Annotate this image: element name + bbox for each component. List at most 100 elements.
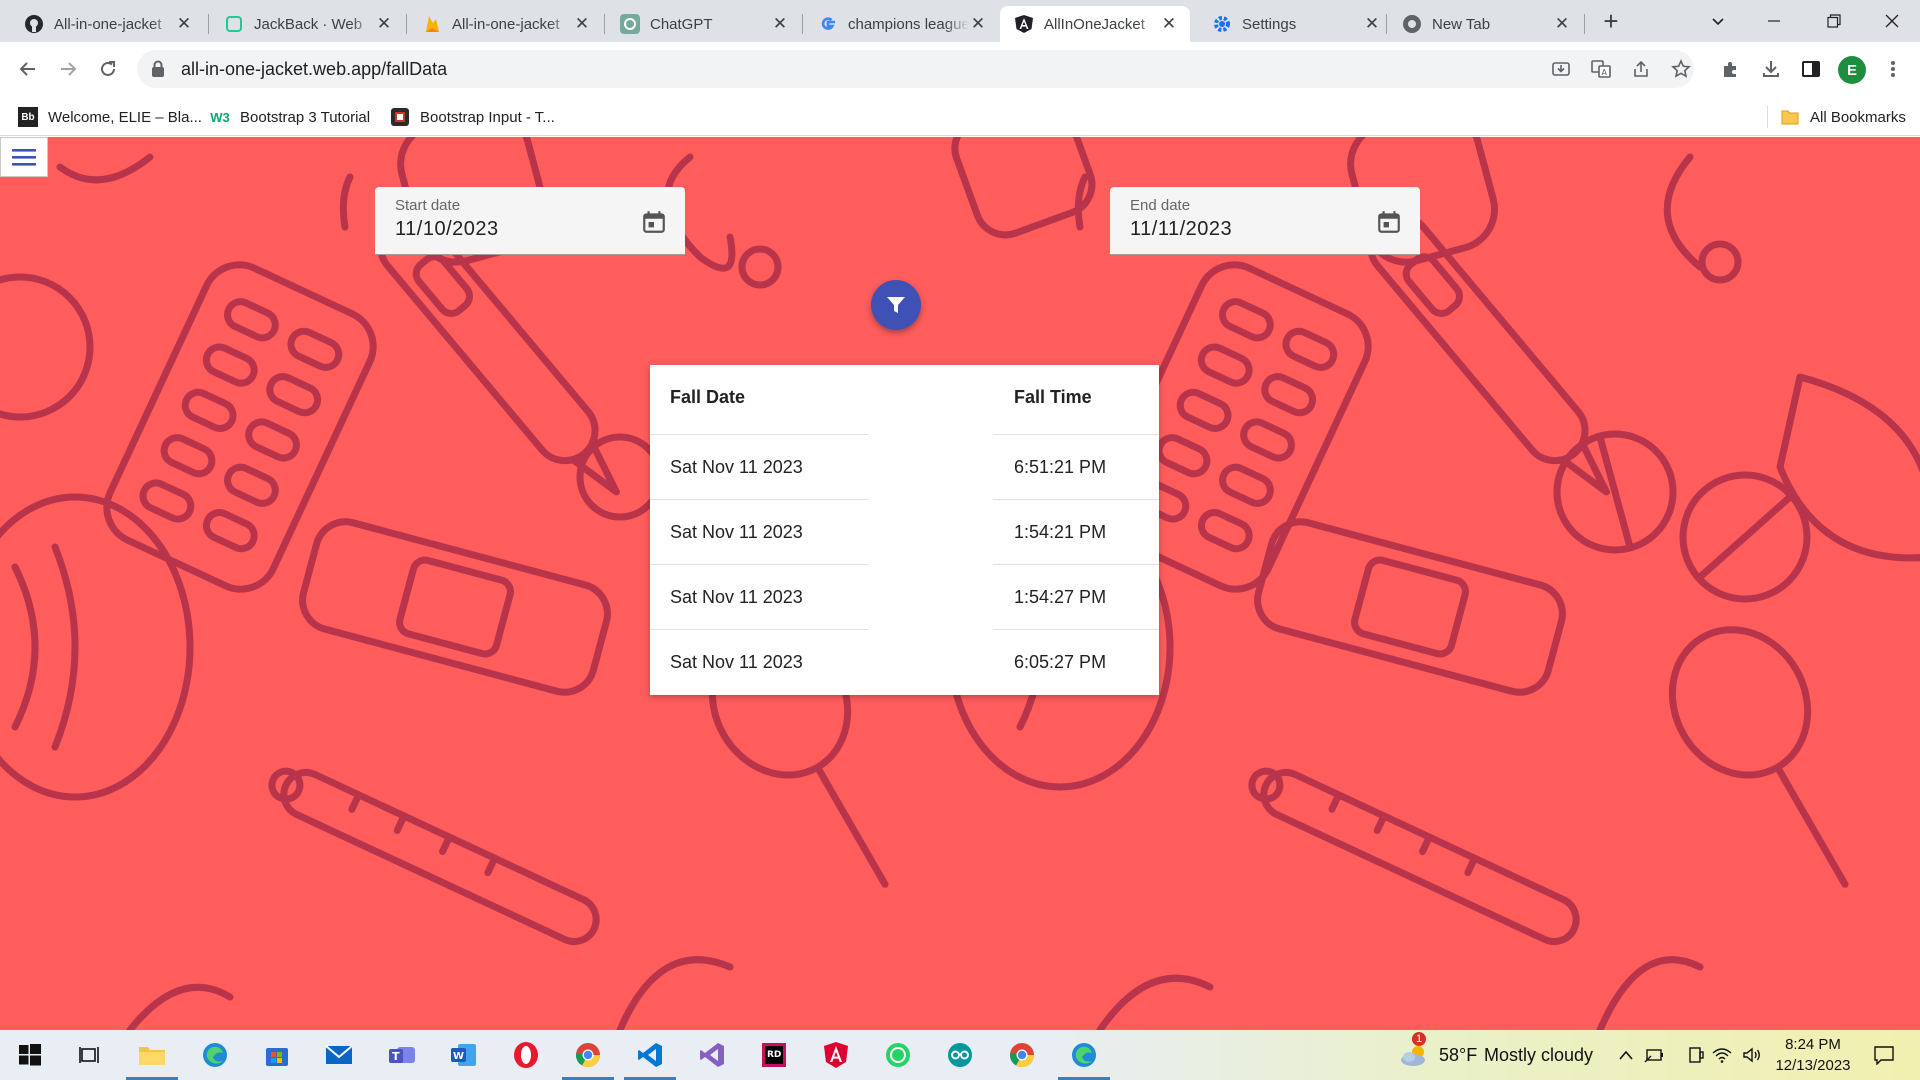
translate-icon[interactable]: A <box>1586 53 1616 85</box>
microsoft-store-icon[interactable] <box>259 1037 295 1073</box>
tab-close-icon[interactable]: ✕ <box>771 14 789 33</box>
chrome-taskbar-icon[interactable] <box>562 1037 614 1080</box>
weather-badge: 1 <box>1412 1032 1426 1046</box>
share-icon[interactable] <box>1626 53 1656 85</box>
end-date-label: End date <box>1130 197 1191 214</box>
tab-close-icon[interactable]: ✕ <box>1553 14 1571 33</box>
tab-separator <box>1386 14 1387 34</box>
arduino-icon[interactable] <box>942 1037 978 1073</box>
blackboard-icon: Bb <box>18 107 38 127</box>
mail-icon[interactable] <box>321 1037 357 1073</box>
chrome-icon <box>1402 14 1422 34</box>
tab-close-icon[interactable]: ✕ <box>1363 14 1381 33</box>
close-window-icon[interactable] <box>1864 0 1920 42</box>
tab-close-icon[interactable]: ✕ <box>175 14 193 33</box>
extensions-puzzle-icon[interactable] <box>1716 53 1746 85</box>
battery-icon[interactable] <box>1642 1037 1666 1073</box>
tab-all-in-one-jacket-firebase[interactable]: All-in-one-jacket ✕ <box>408 6 603 42</box>
profile-avatar[interactable]: E <box>1838 56 1866 84</box>
minimize-icon[interactable] <box>1746 0 1802 42</box>
tab-title: ChatGPT <box>650 15 713 33</box>
device-icon[interactable] <box>1684 1037 1708 1073</box>
all-bookmarks-button[interactable]: All Bookmarks <box>1780 106 1906 128</box>
angular-taskbar-icon[interactable] <box>818 1037 854 1073</box>
notification-center-icon[interactable] <box>1866 1037 1902 1073</box>
weather-condition[interactable]: Mostly cloudy <box>1484 1045 1593 1066</box>
end-date-field[interactable]: End date <box>1110 187 1420 255</box>
tab-new-tab[interactable]: New Tab ✕ <box>1388 6 1583 42</box>
new-tab-plus-icon[interactable]: + <box>1596 6 1626 36</box>
file-explorer-icon[interactable] <box>126 1037 178 1080</box>
bookmark-star-icon[interactable] <box>1666 53 1696 85</box>
vscode-icon[interactable] <box>624 1037 676 1080</box>
tab-chatgpt[interactable]: ChatGPT ✕ <box>606 6 801 42</box>
windows-start-icon[interactable] <box>12 1037 48 1073</box>
install-app-icon[interactable] <box>1546 53 1576 85</box>
start-date-label: Start date <box>395 197 461 214</box>
tab-search-chevron-icon[interactable] <box>1690 0 1746 42</box>
fall-time-cell: 1:54:27 PM <box>1014 587 1107 607</box>
clock-date: 12/13/2023 <box>1775 1057 1851 1074</box>
browser-toolbar: all-in-one-jacket.web.app/fallData A E <box>0 42 1920 96</box>
tab-allinonejacket[interactable]: AllInOneJacket ✕ <box>1000 6 1190 42</box>
hamburger-menu-button[interactable] <box>0 137 48 177</box>
forward-arrow-icon[interactable] <box>52 53 84 85</box>
end-date-input[interactable] <box>1130 218 1360 241</box>
task-view-icon[interactable] <box>72 1037 108 1073</box>
rider-icon[interactable]: RD <box>756 1037 792 1073</box>
lock-icon[interactable] <box>151 60 167 78</box>
settings-gear-icon <box>1212 14 1232 34</box>
teams-icon[interactable]: T <box>384 1037 420 1073</box>
filter-button[interactable] <box>871 280 921 330</box>
bookmark-label: Bootstrap 3 Tutorial <box>240 108 371 126</box>
chatgpt-icon <box>620 14 640 34</box>
tab-settings[interactable]: Settings ✕ <box>1198 6 1393 42</box>
chrome-profile-icon[interactable] <box>1004 1037 1040 1073</box>
side-panel-icon[interactable] <box>1796 53 1826 85</box>
fall-date-cell: Sat Nov 11 2023 <box>670 587 803 607</box>
downloads-icon[interactable] <box>1756 53 1786 85</box>
calendar-icon[interactable] <box>641 209 667 235</box>
tab-separator <box>802 14 803 34</box>
more-options-kebab-icon[interactable] <box>1878 53 1908 85</box>
calendar-icon[interactable] <box>1376 209 1402 235</box>
back-arrow-icon[interactable] <box>12 53 44 85</box>
tab-champions-league[interactable]: champions league ✕ <box>804 6 999 42</box>
edge-dev-icon[interactable] <box>1058 1037 1110 1080</box>
windows-taskbar: T W RD 1 58°F Mostly cloudy 8:24 PM 12/1… <box>0 1030 1920 1080</box>
edge-icon[interactable] <box>197 1037 233 1073</box>
tab-title: All-in-one-jacket <box>54 15 162 33</box>
opera-icon[interactable] <box>508 1037 544 1073</box>
tab-close-icon[interactable]: ✕ <box>1160 14 1178 33</box>
fall-data-table: Fall Date Fall Time Sat Nov 11 2023 6:51… <box>650 365 1159 695</box>
hamburger-menu-icon <box>12 149 36 166</box>
clock-time: 8:24 PM <box>1785 1036 1841 1053</box>
bookmark-bootstrap-3-tutorial[interactable]: W3 Bootstrap 3 Tutorial <box>210 106 370 128</box>
table-row: Sat Nov 11 2023 1:54:21 PM <box>650 500 1159 565</box>
bookmarks-separator <box>1767 106 1768 128</box>
bookmark-bootstrap-input[interactable]: Bootstrap Input - T... <box>390 106 555 128</box>
column-header-fall-date: Fall Date <box>670 387 746 407</box>
tab-close-icon[interactable]: ✕ <box>573 14 591 33</box>
bookmark-welcome-elie[interactable]: Bb Welcome, ELIE – Bla... <box>18 106 202 128</box>
tab-title: champions league <box>848 15 969 33</box>
word-icon[interactable]: W <box>446 1037 482 1073</box>
restore-icon[interactable] <box>1806 0 1862 42</box>
all-bookmarks-label: All Bookmarks <box>1810 108 1906 126</box>
tab-all-in-one-jacket-github[interactable]: All-in-one-jacket ✕ <box>10 6 205 42</box>
weather-temperature[interactable]: 58°F <box>1439 1045 1477 1066</box>
start-date-input[interactable] <box>395 218 625 241</box>
whatsapp-icon[interactable] <box>880 1037 916 1073</box>
start-date-field[interactable]: Start date <box>375 187 685 255</box>
system-clock[interactable]: 8:24 PM 12/13/2023 <box>1768 1034 1858 1076</box>
tab-close-icon[interactable]: ✕ <box>375 14 393 33</box>
tab-jackback[interactable]: JackBack · Web ✕ <box>210 6 405 42</box>
tray-chevron-up-icon[interactable] <box>1614 1037 1638 1073</box>
address-bar[interactable]: all-in-one-jacket.web.app/fallData <box>137 50 1694 88</box>
tab-close-icon[interactable]: ✕ <box>969 14 987 33</box>
wifi-icon[interactable] <box>1710 1037 1734 1073</box>
volume-icon[interactable] <box>1740 1037 1764 1073</box>
reload-icon[interactable] <box>92 53 124 85</box>
visual-studio-icon[interactable] <box>694 1037 730 1073</box>
tab-title: New Tab <box>1432 15 1491 33</box>
